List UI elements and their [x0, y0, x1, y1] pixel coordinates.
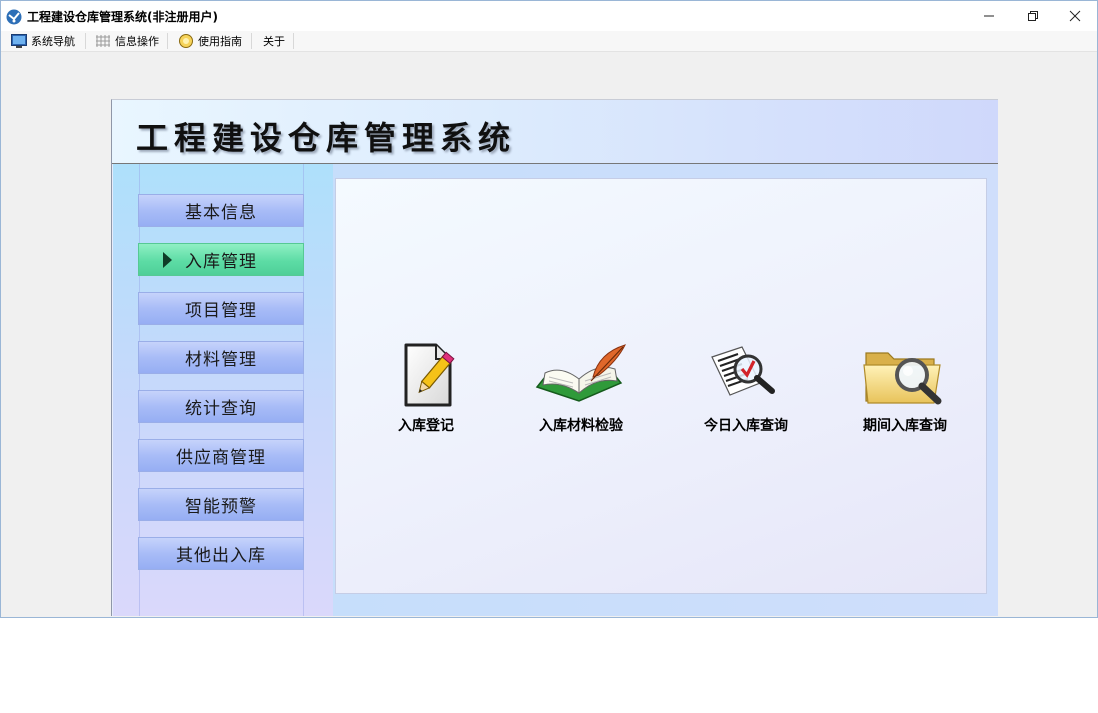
menu-info-operation[interactable]: 信息操作 — [95, 31, 159, 51]
document-pencil-icon — [404, 343, 455, 407]
close-icon — [1069, 10, 1081, 22]
banner: 工程建设仓库管理系统 — [112, 100, 998, 164]
menu-divider — [167, 33, 168, 49]
monitor-icon — [11, 34, 27, 48]
app-window: 工程建设仓库管理系统(非注册用户) 系统导航 信息操作 使用指南 关于 工程建设… — [0, 0, 1098, 618]
menu-divider — [85, 33, 86, 49]
menu-label: 使用指南 — [198, 35, 242, 48]
menu-divider — [293, 33, 294, 49]
grid-icon — [96, 35, 110, 47]
main-panel: 工程建设仓库管理系统 基本信息 入库管理 项目管理 材料管理 统计查询 供应商管 — [111, 99, 998, 616]
minimize-button[interactable] — [967, 1, 1011, 31]
menu-system-nav[interactable]: 系统导航 — [11, 31, 75, 51]
title-bar[interactable]: 工程建设仓库管理系统(非注册用户) — [1, 1, 1097, 31]
sidebar: 基本信息 入库管理 项目管理 材料管理 统计查询 供应商管理 智能预警 其他出入… — [113, 164, 333, 616]
menu-label: 关于 — [263, 35, 285, 48]
sidebar-item-inbound-management[interactable]: 入库管理 — [138, 243, 304, 276]
list-magnifier-icon — [711, 346, 775, 396]
sidebar-item-statistics-query[interactable]: 统计查询 — [138, 390, 304, 423]
sidebar-item-label: 供应商管理 — [176, 448, 266, 468]
tile-label: 今日入库查询 — [704, 418, 788, 434]
sidebar-item-label: 入库管理 — [185, 252, 257, 272]
menu-bar: 系统导航 信息操作 使用指南 关于 — [1, 31, 1097, 52]
sidebar-item-basic-info[interactable]: 基本信息 — [138, 194, 304, 227]
sidebar-item-label: 其他出入库 — [176, 546, 266, 566]
minimize-icon — [984, 15, 994, 17]
tile-label: 入库材料检验 — [539, 418, 623, 434]
sidebar-item-label: 项目管理 — [185, 301, 257, 321]
content-area: 入库登记 入库材料检验 今日入库查询 期间入库查询 — [333, 164, 998, 616]
sidebar-item-label: 材料管理 — [185, 350, 257, 370]
sidebar-item-project-management[interactable]: 项目管理 — [138, 292, 304, 325]
close-button[interactable] — [1053, 1, 1097, 31]
help-globe-icon — [179, 34, 193, 48]
menu-about[interactable]: 关于 — [263, 31, 285, 51]
sidebar-item-label: 基本信息 — [185, 203, 257, 223]
content-inner-panel: 入库登记 入库材料检验 今日入库查询 期间入库查询 — [335, 178, 987, 594]
book-quill-icon — [535, 344, 626, 402]
menu-label: 系统导航 — [31, 35, 75, 48]
sidebar-item-label: 智能预警 — [185, 497, 257, 517]
app-logo-icon — [6, 9, 22, 25]
tile-inbound-registration[interactable]: 入库登记 — [361, 343, 491, 439]
restore-button[interactable] — [1011, 1, 1055, 31]
menu-label: 信息操作 — [115, 35, 159, 48]
tile-label: 期间入库查询 — [863, 418, 947, 434]
tile-today-inbound-query[interactable]: 今日入库查询 — [681, 343, 811, 439]
menu-user-guide[interactable]: 使用指南 — [178, 31, 242, 51]
active-arrow-icon — [163, 252, 172, 268]
sidebar-item-other-inout[interactable]: 其他出入库 — [138, 537, 304, 570]
sidebar-item-label: 统计查询 — [185, 399, 257, 419]
banner-title: 工程建设仓库管理系统 — [136, 119, 517, 157]
sidebar-item-material-management[interactable]: 材料管理 — [138, 341, 304, 374]
tile-label: 入库登记 — [398, 418, 454, 434]
restore-icon — [1028, 11, 1038, 21]
tile-period-inbound-query[interactable]: 期间入库查询 — [840, 343, 970, 439]
sidebar-item-supplier-management[interactable]: 供应商管理 — [138, 439, 304, 472]
window-title: 工程建设仓库管理系统(非注册用户) — [27, 10, 218, 24]
sidebar-item-smart-alert[interactable]: 智能预警 — [138, 488, 304, 521]
menu-divider — [251, 33, 252, 49]
tile-inbound-material-inspection[interactable]: 入库材料检验 — [516, 343, 646, 439]
folder-magnifier-icon — [863, 352, 942, 405]
